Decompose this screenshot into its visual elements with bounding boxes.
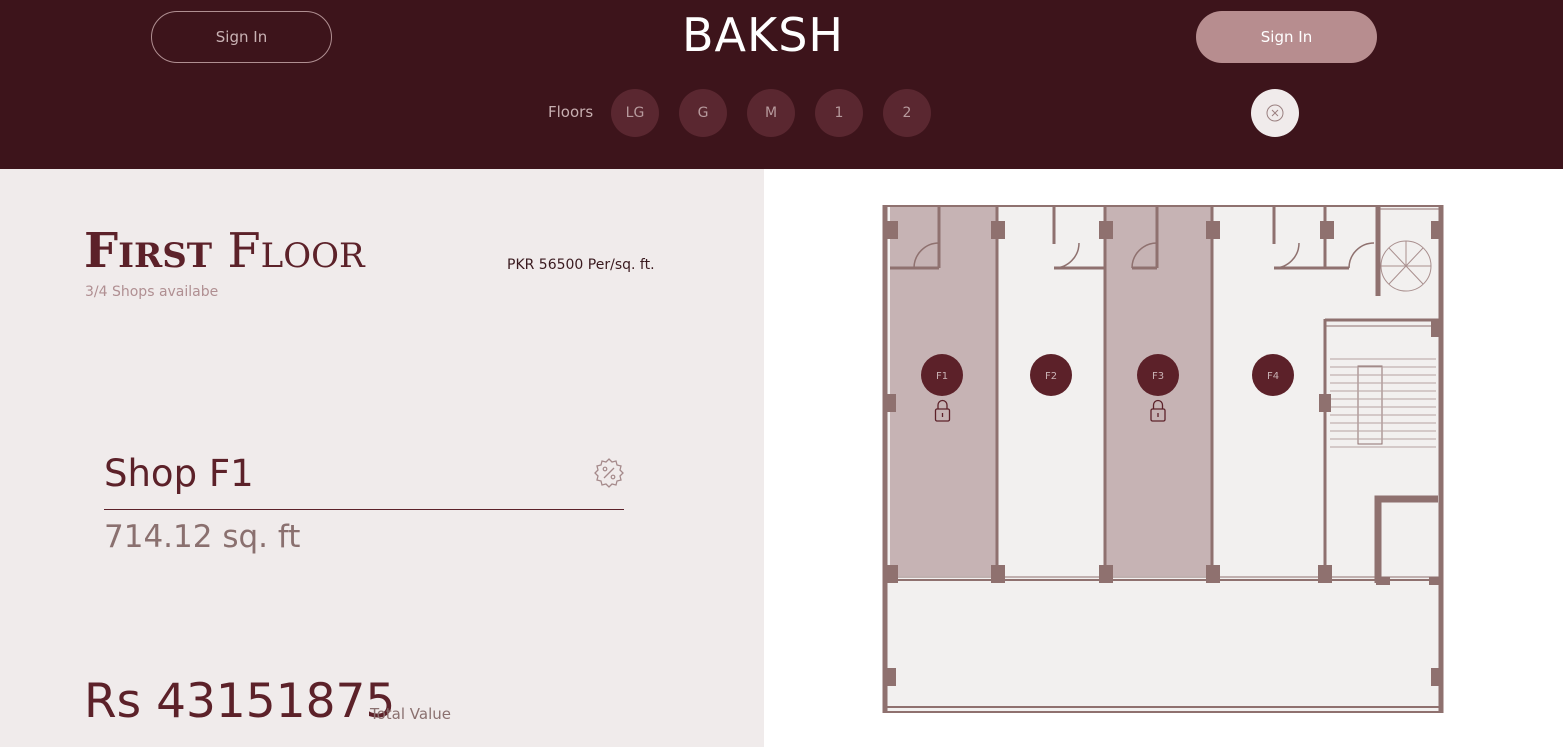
shop-marker-f3[interactable]: F3: [1137, 354, 1179, 396]
floor-button-g[interactable]: G: [679, 89, 727, 137]
floor-title-light: Floor: [227, 223, 365, 279]
shop-marker-f2[interactable]: F2: [1030, 354, 1072, 396]
top-header: Sign In BAKSH Sign In Floors LG G M 1 2: [0, 0, 1563, 169]
floors-label: Floors: [548, 103, 594, 121]
floor-button-m[interactable]: M: [747, 89, 795, 137]
floor-title-bold: First: [84, 223, 213, 279]
floor-button-lg[interactable]: LG: [611, 89, 659, 137]
floor-plan: F1 F2 F3 F4: [882, 205, 1444, 713]
total-price: Rs 43151875: [84, 674, 396, 729]
shops-availability: 3/4 Shops availabe: [85, 284, 219, 300]
total-value-label: Total Value: [370, 705, 451, 723]
shop-marker-f3-label: F3: [1152, 371, 1164, 382]
sign-in-button[interactable]: Sign In: [1196, 11, 1377, 63]
close-button[interactable]: [1251, 89, 1299, 137]
shop-marker-f1-label: F1: [936, 371, 948, 382]
sign-in-outline-button[interactable]: Sign In: [151, 11, 332, 63]
shop-info-panel: First Floor 3/4 Shops availabe PKR 56500…: [0, 169, 764, 747]
brand-logo[interactable]: BAKSH: [663, 8, 863, 62]
shop-divider: [104, 509, 624, 510]
shop-marker-f1[interactable]: F1: [921, 354, 963, 396]
discount-icon[interactable]: [594, 458, 624, 488]
shop-marker-f4-label: F4: [1267, 371, 1279, 382]
floor-button-1[interactable]: 1: [815, 89, 863, 137]
floor-button-2[interactable]: 2: [883, 89, 931, 137]
shop-area: 714.12 sq. ft: [104, 519, 301, 555]
shop-marker-f4[interactable]: F4: [1252, 354, 1294, 396]
floor-plan-panel: F1 F2 F3 F4: [764, 169, 1563, 747]
price-rate: PKR 56500 Per/sq. ft.: [507, 257, 655, 273]
shop-name: Shop F1: [104, 452, 254, 495]
shop-marker-f2-label: F2: [1045, 371, 1057, 382]
floor-title: First Floor: [84, 224, 365, 278]
close-icon: [1266, 104, 1284, 122]
